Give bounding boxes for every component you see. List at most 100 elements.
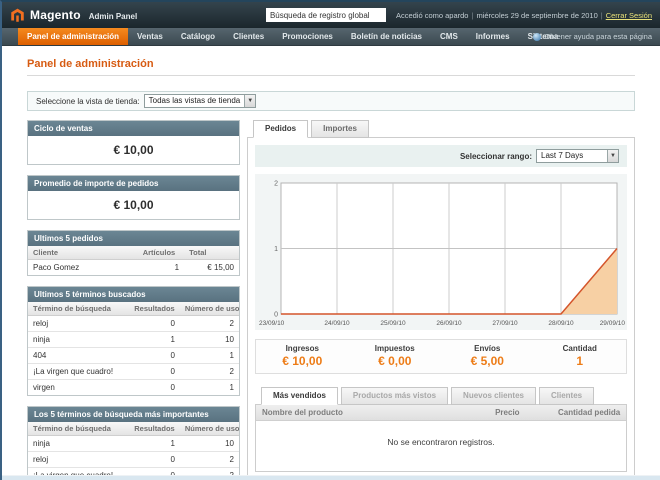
help-globe-icon: [533, 33, 541, 41]
nav-item-clientes[interactable]: Clientes: [224, 28, 273, 45]
nav-item-promociones[interactable]: Promociones: [273, 28, 342, 45]
nav-item-catalogo[interactable]: Catálogo: [172, 28, 224, 45]
range-bar: Seleccionar rango: Last 7 Days ▼: [255, 145, 627, 167]
table-row[interactable]: reloj 0 2: [28, 452, 239, 468]
range-select[interactable]: Last 7 Days ▼: [536, 149, 619, 163]
top-search-terms-table: Término de búsqueda Resultados Número de…: [28, 422, 239, 480]
tab-importes[interactable]: Importes: [311, 120, 369, 138]
magento-logo-icon: [10, 8, 25, 23]
cell-term: ninja: [28, 436, 129, 452]
svg-text:0: 0: [274, 312, 278, 319]
tab-mas-vendidos[interactable]: Más vendidos: [261, 387, 338, 405]
last-orders-card: Ultimos 5 pedidos Cliente Artículos Tota…: [27, 230, 240, 276]
nav-item-cms[interactable]: CMS: [431, 28, 467, 45]
column-header: Artículos: [138, 246, 184, 260]
empty-records-message: No se encontraron registros.: [256, 421, 626, 471]
logo-subtitle: Admin Panel: [89, 12, 137, 21]
stat-value: € 0,00: [349, 354, 442, 368]
table-row[interactable]: virgen 0 1: [28, 380, 239, 396]
svg-text:25/09/10: 25/09/10: [380, 320, 406, 327]
title-divider: [27, 75, 635, 76]
last-orders-table: Cliente Artículos Total Paco Gomez 1 € 1…: [28, 246, 239, 275]
logged-in-text: Accedió como apardo: [396, 11, 469, 20]
help-link[interactable]: Obtener ayuda para esta página: [533, 28, 652, 45]
cell-total: € 15,00: [184, 260, 239, 276]
nav-item-ventas[interactable]: Ventas: [128, 28, 172, 45]
cell-uses: 1: [180, 380, 239, 396]
card-title: Ultimos 5 términos buscados: [28, 287, 239, 302]
orders-chart-area: 01223/09/1024/09/1025/09/1026/09/1027/09…: [255, 174, 627, 330]
card-title: Los 5 términos de búsqueda más important…: [28, 407, 239, 422]
column-header: Cantidad pedida: [552, 405, 626, 421]
cell-results: 0: [129, 348, 180, 364]
help-label: Obtener ayuda para esta página: [544, 28, 652, 45]
average-orders-card: Promedio de importe de pedidos € 10,00: [27, 175, 240, 220]
column-header: Resultados: [129, 302, 180, 316]
tab-clientes[interactable]: Clientes: [539, 387, 594, 405]
stat-envios: Envíos € 5,00: [441, 344, 534, 368]
cell-results: 0: [129, 380, 180, 396]
cell-uses: 1: [180, 348, 239, 364]
table-row[interactable]: ninja 1 10: [28, 436, 239, 452]
bestsellers-table-wrap: Nombre del producto Precio Cantidad pedi…: [255, 404, 627, 472]
table-row[interactable]: Paco Gomez 1 € 15,00: [28, 260, 239, 276]
svg-text:28/09/10: 28/09/10: [548, 320, 574, 327]
card-title: Ciclo de ventas: [28, 121, 239, 136]
last-search-terms-table: Término de búsqueda Resultados Número de…: [28, 302, 239, 395]
bestsellers-table: Nombre del producto Precio Cantidad pedi…: [256, 405, 626, 421]
tab-pedidos[interactable]: Pedidos: [253, 120, 308, 138]
cell-customer: Paco Gomez: [28, 260, 138, 276]
svg-text:23/09/10: 23/09/10: [259, 320, 285, 327]
cell-uses: 2: [180, 452, 239, 468]
header-bar: Magento Admin Panel Accedió como apardo|…: [2, 2, 660, 28]
lifetime-sales-value: € 10,00: [28, 136, 239, 164]
content-area: Panel de administración Seleccione la vi…: [2, 46, 660, 480]
column-header: Precio: [489, 405, 552, 421]
nav-item-informes[interactable]: Informes: [467, 28, 519, 45]
nav-item-dashboard[interactable]: Panel de administración: [18, 28, 128, 45]
chart-tabs: Pedidos Importes: [247, 120, 635, 138]
stat-impuestos: Impuestos € 0,00: [349, 344, 442, 368]
products-tabs: Más vendidos Productos más vistos Nuevos…: [255, 387, 627, 405]
card-title: Promedio de importe de pedidos: [28, 176, 239, 191]
logout-link[interactable]: Cerrar Sesión: [606, 11, 652, 20]
page-title: Panel de administración: [27, 58, 635, 70]
dashboard-sidebar: Ciclo de ventas € 10,00 Promedio de impo…: [27, 120, 240, 480]
cell-uses: 10: [180, 332, 239, 348]
tab-nuevos-clientes[interactable]: Nuevos clientes: [451, 387, 536, 405]
cell-term: 404: [28, 348, 129, 364]
header-meta: Accedió como apardo|miércoles 29 de sept…: [396, 11, 652, 20]
table-row[interactable]: 404 0 1: [28, 348, 239, 364]
cell-uses: 10: [180, 436, 239, 452]
stat-ingresos: Ingresos € 10,00: [256, 344, 349, 368]
table-row[interactable]: reloj 0 2: [28, 316, 239, 332]
store-view-select[interactable]: Todas las vistas de tienda ▼: [144, 94, 257, 108]
svg-text:1: 1: [274, 246, 278, 253]
table-row[interactable]: ¡La virgen que cuadro! 0 2: [28, 364, 239, 380]
last-search-terms-card: Ultimos 5 términos buscados Término de b…: [27, 286, 240, 396]
svg-text:26/09/10: 26/09/10: [436, 320, 462, 327]
nav-item-boletin[interactable]: Boletín de noticias: [342, 28, 431, 45]
cell-uses: 2: [180, 316, 239, 332]
store-view-bar: Seleccione la vista de tienda: Todas las…: [27, 91, 635, 111]
cell-results: 1: [129, 436, 180, 452]
svg-text:29/09/10: 29/09/10: [600, 320, 626, 327]
main-nav: Panel de administración Ventas Catálogo …: [2, 28, 660, 46]
table-row[interactable]: ninja 1 10: [28, 332, 239, 348]
stat-value: € 10,00: [256, 354, 349, 368]
cell-results: 0: [129, 316, 180, 332]
column-header: Resultados: [129, 422, 180, 436]
stat-label: Impuestos: [349, 344, 442, 353]
global-search-input[interactable]: [266, 8, 386, 22]
tab-productos-mas-vistos[interactable]: Productos más vistos: [341, 387, 448, 405]
totals-bar: Ingresos € 10,00 Impuestos € 0,00 Envíos…: [255, 339, 627, 374]
range-label: Seleccionar rango:: [460, 152, 532, 161]
orders-chart: 01223/09/1024/09/1025/09/1026/09/1027/09…: [257, 177, 625, 329]
svg-text:24/09/10: 24/09/10: [324, 320, 350, 327]
store-view-label: Seleccione la vista de tienda:: [36, 97, 140, 106]
cell-term: reloj: [28, 452, 129, 468]
column-header: Término de búsqueda: [28, 302, 129, 316]
magento-logo: Magento Admin Panel: [10, 8, 137, 23]
lifetime-sales-card: Ciclo de ventas € 10,00: [27, 120, 240, 165]
column-header: Número de usos: [180, 302, 239, 316]
